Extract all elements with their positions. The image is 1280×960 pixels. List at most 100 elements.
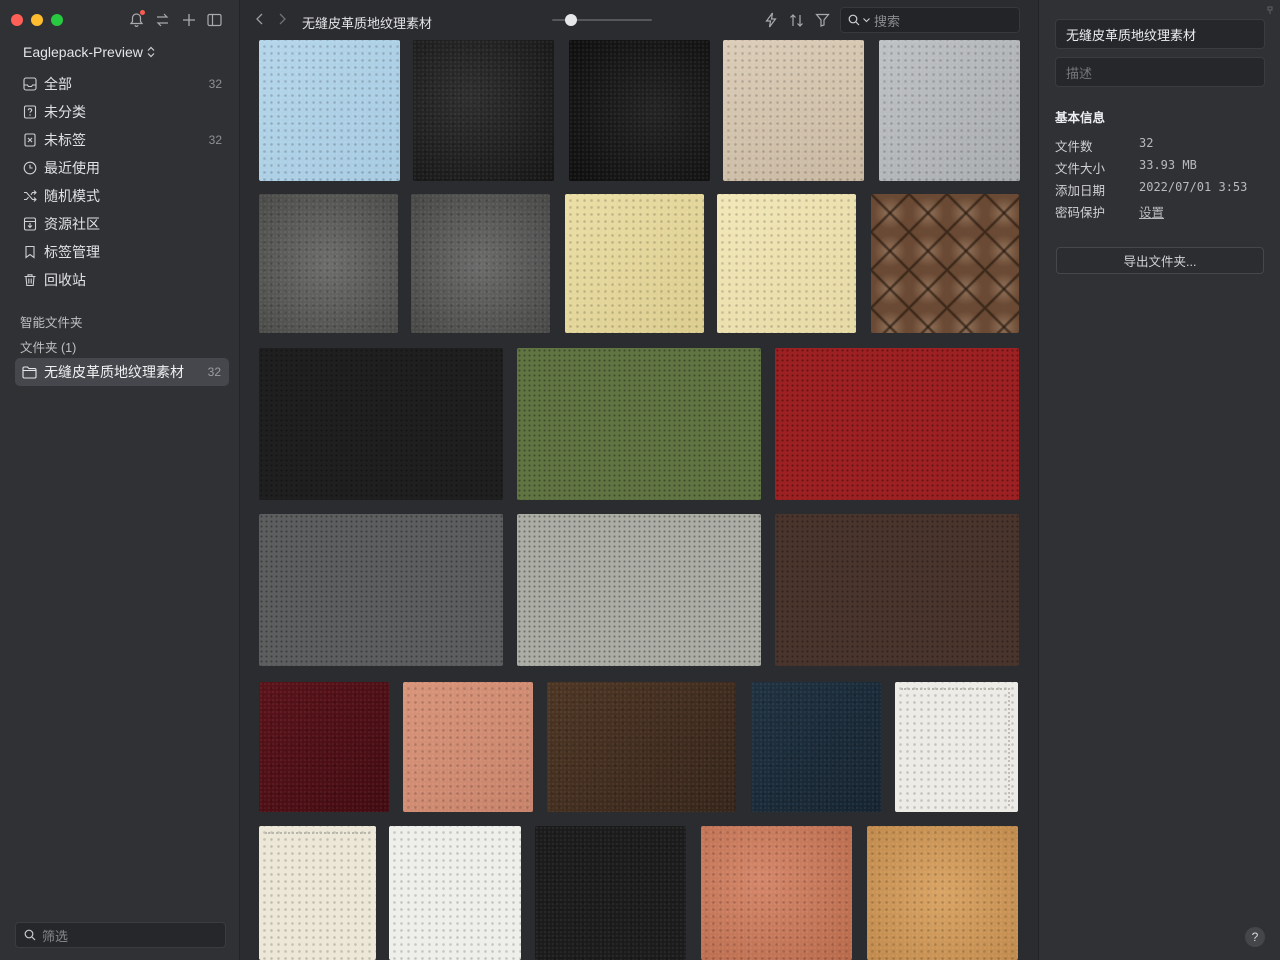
item-count: 32 (208, 77, 222, 91)
chevron-down-icon[interactable] (862, 16, 871, 24)
bell-icon[interactable] (128, 10, 145, 29)
sidebar-folder-item[interactable]: 无缝皮革质地纹理素材 32 (15, 358, 229, 386)
minimize-window-button[interactable] (31, 14, 43, 26)
sidebar-item-label: 全部 (44, 76, 72, 92)
window-controls (11, 14, 63, 26)
toolbar-actions (762, 11, 831, 29)
sidebar-item-label: 回收站 (44, 272, 86, 288)
info-value: 32 (1139, 136, 1154, 150)
sync-icon[interactable] (154, 11, 171, 29)
sidebar-item-untagged[interactable]: 未标签 32 (15, 126, 229, 154)
asset-grid (240, 40, 1038, 960)
texture-thumbnail[interactable] (717, 194, 856, 333)
sidebar-item-label: 资源社区 (44, 216, 100, 232)
back-arrow-icon[interactable] (254, 12, 266, 26)
password-setup-link[interactable]: 设置 (1139, 202, 1164, 222)
sidebar-toggle-icon[interactable] (206, 11, 223, 29)
texture-thumbnail[interactable] (723, 40, 864, 181)
folders-heading[interactable]: 文件夹 (1) (20, 337, 76, 356)
bookmark-icon (22, 244, 38, 260)
texture-thumbnail[interactable] (411, 194, 550, 333)
close-window-button[interactable] (11, 14, 23, 26)
add-icon[interactable] (180, 11, 197, 29)
trash-icon (22, 272, 38, 288)
folder-count: 32 (207, 365, 221, 379)
info-row-date-added: 添加日期 2022/07/01 3:53 (1055, 180, 1265, 200)
texture-thumbnail[interactable] (895, 682, 1018, 812)
filter-input[interactable]: 筛选 (15, 922, 226, 948)
texture-thumbnail[interactable] (259, 40, 400, 181)
toolbar: 无缝皮革质地纹理素材 搜索 (240, 0, 1038, 40)
filter-icon[interactable] (814, 11, 831, 29)
sidebar-toolbar (128, 10, 223, 29)
texture-thumbnail[interactable] (569, 40, 710, 181)
item-count: 32 (208, 133, 222, 147)
texture-thumbnail[interactable] (259, 194, 398, 333)
texture-thumbnail[interactable] (547, 682, 736, 812)
search-placeholder: 搜索 (874, 13, 901, 29)
current-folder-title: 无缝皮革质地纹理素材 (302, 16, 433, 31)
zoom-window-button[interactable] (51, 14, 63, 26)
sidebar-item-label: 标签管理 (44, 244, 100, 260)
smart-folders-heading[interactable]: 智能文件夹 (20, 312, 83, 331)
thumbnail-size-slider[interactable] (552, 14, 652, 26)
flash-icon[interactable] (762, 11, 779, 29)
texture-thumbnail[interactable] (871, 194, 1019, 333)
sidebar-item-label: 未标签 (44, 132, 86, 148)
folder-name-input[interactable]: 无缝皮革质地纹理素材 (1055, 19, 1265, 49)
texture-thumbnail[interactable] (413, 40, 554, 181)
folder-label: 无缝皮革质地纹理素材 (44, 364, 184, 380)
folder-name-value: 无缝皮革质地纹理素材 (1066, 27, 1197, 43)
folder-icon (22, 364, 38, 380)
description-input[interactable]: 描述 (1055, 57, 1265, 87)
question-icon (22, 104, 38, 120)
sidebar-item-uncategorized[interactable]: 未分类 (15, 98, 229, 126)
texture-thumbnail[interactable] (517, 514, 761, 666)
search-field[interactable]: 搜索 (840, 7, 1020, 33)
texture-thumbnail[interactable] (775, 348, 1019, 500)
info-value: 2022/07/01 3:53 (1139, 180, 1248, 194)
texture-thumbnail[interactable] (517, 348, 761, 500)
sidebar-item-all[interactable]: 全部 32 (15, 70, 229, 98)
sidebar-item-community[interactable]: 资源社区 (15, 210, 229, 238)
export-folder-button[interactable]: 导出文件夹... (1056, 247, 1264, 274)
info-key: 密码保护 (1055, 206, 1106, 220)
texture-thumbnail[interactable] (879, 40, 1020, 181)
texture-thumbnail[interactable] (867, 826, 1018, 960)
basic-info-heading: 基本信息 (1055, 111, 1106, 125)
texture-thumbnail[interactable] (259, 514, 503, 666)
help-button[interactable]: ? (1245, 927, 1265, 947)
shuffle-icon (22, 188, 38, 204)
updown-chevron-icon (147, 46, 155, 58)
library-switcher[interactable]: Eaglepack-Preview (23, 44, 155, 60)
info-key: 文件大小 (1055, 162, 1106, 176)
sort-icon[interactable] (788, 11, 805, 29)
search-icon (24, 929, 36, 941)
inbox-icon (22, 76, 38, 92)
pin-icon[interactable] (1267, 6, 1273, 14)
info-row-file-count: 文件数 32 (1055, 136, 1265, 156)
sidebar-nav: 全部 32 未分类 未标签 32 最近使用 随机模式 资源社区 标签管理 回收站 (15, 70, 229, 294)
download-box-icon (22, 216, 38, 232)
sidebar-item-label: 最近使用 (44, 160, 100, 176)
forward-arrow-icon[interactable] (276, 12, 288, 26)
texture-thumbnail[interactable] (751, 682, 881, 812)
texture-thumbnail[interactable] (775, 514, 1019, 666)
texture-thumbnail[interactable] (259, 348, 503, 500)
sidebar-item-label: 随机模式 (44, 188, 100, 204)
info-row-file-size: 文件大小 33.93 MB (1055, 158, 1265, 178)
slider-knob[interactable] (565, 14, 577, 26)
texture-thumbnail[interactable] (259, 826, 376, 960)
texture-thumbnail[interactable] (701, 826, 852, 960)
sidebar-item-random[interactable]: 随机模式 (15, 182, 229, 210)
sidebar-item-trash[interactable]: 回收站 (15, 266, 229, 294)
sidebar-item-tag-manager[interactable]: 标签管理 (15, 238, 229, 266)
texture-thumbnail[interactable] (389, 826, 521, 960)
texture-thumbnail[interactable] (403, 682, 533, 812)
texture-thumbnail[interactable] (565, 194, 704, 333)
untagged-icon (22, 132, 38, 148)
texture-thumbnail[interactable] (259, 682, 389, 812)
sidebar-item-recent[interactable]: 最近使用 (15, 154, 229, 182)
inspector-panel: 无缝皮革质地纹理素材 描述 基本信息 文件数 32 文件大小 33.93 MB … (1038, 0, 1280, 960)
texture-thumbnail[interactable] (535, 826, 686, 960)
